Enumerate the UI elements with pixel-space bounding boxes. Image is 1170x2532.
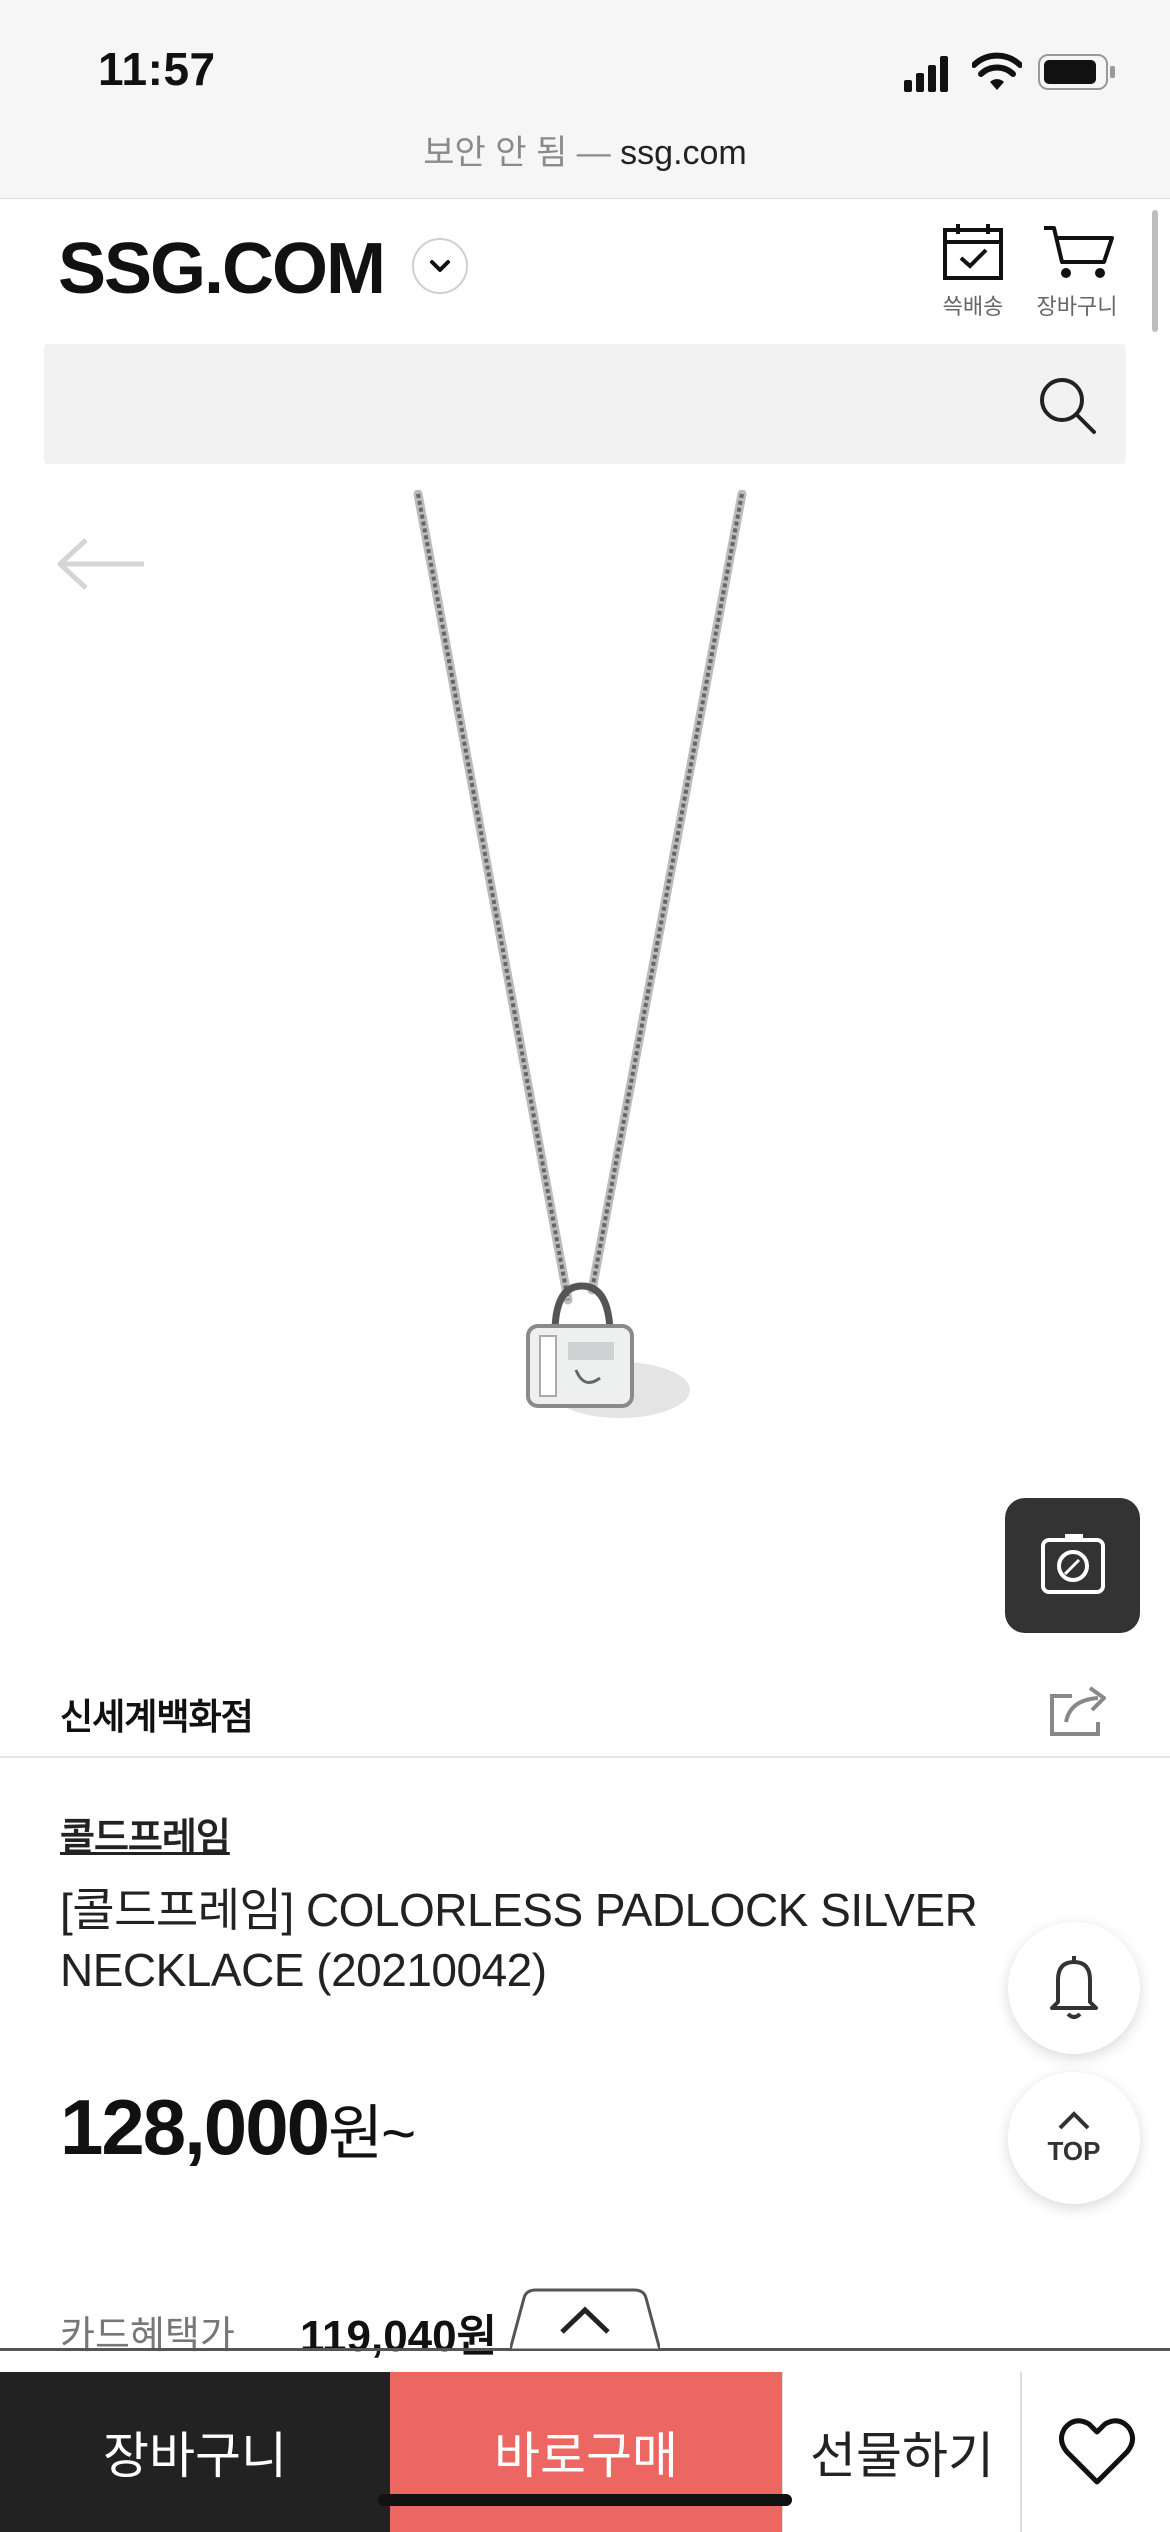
price-value: 128,000 <box>60 2083 330 2171</box>
product-price: 128,000원~ <box>60 2082 416 2173</box>
home-indicator <box>378 2494 792 2506</box>
search-input[interactable] <box>44 344 1126 464</box>
search-icon[interactable] <box>1034 372 1100 438</box>
security-warning: 보안 안 됨 <box>423 134 568 172</box>
calendar-check-icon <box>943 224 1003 280</box>
gift-button[interactable]: 선물하기 <box>782 2372 1021 2532</box>
delivery-label: 쓱배송 <box>942 294 1004 319</box>
camera-icon <box>1041 1534 1105 1594</box>
top-label: TOP <box>1047 2136 1101 2166</box>
buy-now-button[interactable]: 바로구매 <box>390 2372 782 2532</box>
header-cart-button[interactable]: 장바구니 <box>1032 218 1122 321</box>
cart-icon <box>1044 226 1114 278</box>
scroll-top-button[interactable]: TOP <box>1008 2072 1140 2204</box>
back-arrow-icon[interactable] <box>54 532 150 596</box>
bottom-action-bar: 장바구니 바로구매 선물하기 <box>0 2372 1170 2532</box>
chevron-down-icon <box>430 260 450 272</box>
add-to-cart-button[interactable]: 장바구니 <box>0 2372 390 2532</box>
url-separator: — <box>576 134 611 172</box>
notify-button[interactable] <box>1008 1922 1140 2054</box>
heart-icon <box>1059 2418 1135 2485</box>
chevron-up-icon <box>1058 2111 1090 2130</box>
bell-icon <box>1050 1956 1098 2019</box>
product-image[interactable] <box>0 489 1170 1640</box>
share-icon[interactable] <box>1048 1682 1112 1738</box>
url-bar[interactable]: 보안 안 됨 — ssg.com <box>0 125 1170 174</box>
battery-icon <box>1038 54 1115 90</box>
site-logo[interactable]: SSG.COM <box>58 228 386 310</box>
mall-dropdown-button[interactable] <box>412 238 468 294</box>
brand-link[interactable]: 콜드프레임 <box>60 1806 231 1861</box>
store-name[interactable]: 신세계백화점 <box>60 1688 254 1740</box>
cellular-signal-icon <box>904 56 948 92</box>
product-title: [콜드프레임] COLORLESS PADLOCK SILVER NECKLAC… <box>60 1884 978 1996</box>
card-benefit-price: 119,040원 <box>300 2312 498 2361</box>
browser-chrome: 11:57 보안 안 됨 — ssg.com <box>0 0 1170 199</box>
price-unit: 원~ <box>327 2100 416 2167</box>
header-cart-label: 장바구니 <box>1036 294 1118 319</box>
scrollbar[interactable] <box>1152 210 1158 332</box>
image-search-button[interactable] <box>1005 1498 1140 1633</box>
delivery-button[interactable]: 쓱배송 <box>928 218 1018 321</box>
wishlist-button[interactable] <box>1020 2372 1170 2532</box>
expand-sheet-button[interactable] <box>510 2288 660 2350</box>
url-domain: ssg.com <box>620 134 747 172</box>
status-time: 11:57 <box>98 43 216 95</box>
wifi-icon <box>972 52 1022 90</box>
section-divider <box>0 1756 1170 1758</box>
necklace-image <box>413 489 747 1418</box>
